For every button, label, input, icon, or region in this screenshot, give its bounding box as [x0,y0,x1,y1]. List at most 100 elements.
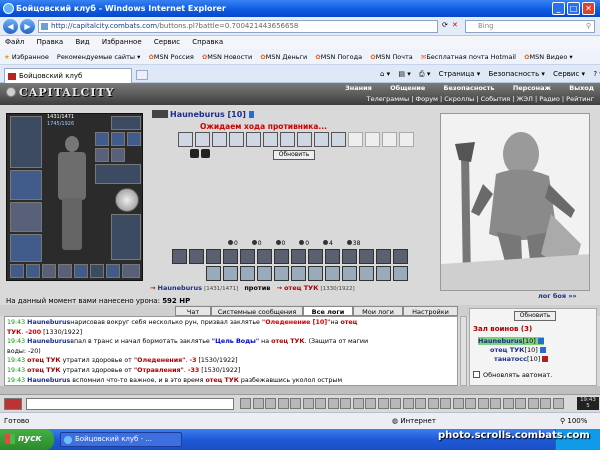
tab-system-messages[interactable]: Системные сообщения [211,306,303,316]
chat-character-name[interactable]: отец ТУК [27,357,60,364]
spell-slot[interactable] [257,249,272,264]
spell-slot[interactable] [308,249,323,264]
stop-icon[interactable]: ✕ [452,21,458,29]
chat-tool-button[interactable] [252,398,264,409]
spell-slot[interactable] [376,266,391,281]
chat-character-name[interactable]: Hauneburus [27,319,70,326]
chat-tool-button[interactable] [415,398,426,409]
search-input[interactable]: Bing ⚲ [465,20,595,33]
tab-my-logs[interactable]: Мои логи [353,306,403,316]
nav-exit[interactable]: Выход [569,84,594,92]
spell-slot[interactable] [325,249,340,264]
chat-tool-button[interactable] [527,398,539,409]
chat-input[interactable] [26,398,234,410]
chat-tool-button[interactable] [452,398,464,409]
effect-icon[interactable] [314,132,329,147]
fav-item-hotmail[interactable]: ✉Бесплатная почта Hotmail [421,49,516,64]
menu-favorites[interactable]: Избранное [102,38,142,46]
chat-character-name[interactable]: отец [340,319,357,326]
enemy-portrait[interactable] [440,113,590,291]
chat-tool-button[interactable] [540,398,551,409]
chat-tool-button[interactable] [390,398,401,409]
effect-icon[interactable] [246,132,261,147]
warrior-row[interactable]: Hauneburus[10] [478,337,544,345]
spell-slot[interactable] [206,266,221,281]
game-nav-bottom[interactable]: Телеграммы | Форум | Скроллы | События |… [367,95,594,103]
tab-chat[interactable]: Чат [175,306,211,316]
info-icon[interactable] [537,338,544,344]
spell-slot[interactable] [274,266,289,281]
earring-slot[interactable] [111,148,125,162]
scroll-slot-icon[interactable] [365,132,380,147]
armor-slot[interactable] [10,170,42,200]
chat-scrollbar[interactable] [460,316,467,386]
scroll-slot-icon[interactable] [382,132,397,147]
spell-slot[interactable] [240,249,255,264]
gloves-slot[interactable] [10,202,42,232]
search-icon[interactable]: ⚲ [586,21,591,32]
warrior-row[interactable]: отец ТУК[10] [490,346,546,354]
nav-knowledge[interactable]: Знания [345,84,372,92]
chat-tool-button[interactable] [440,398,451,409]
character-doll[interactable] [53,136,91,250]
tab-settings[interactable]: Настройки [403,306,458,316]
tab-all-logs[interactable]: Все логи [303,306,353,316]
helmet-slot[interactable] [111,116,141,130]
vs-enemy-name[interactable]: отец ТУК [284,284,318,292]
home-icon[interactable]: ⌂ ▾ [380,70,390,78]
ring-slot-2[interactable] [111,132,125,146]
address-bar[interactable]: http://capitalcity.combats.com/buttons.p… [38,20,438,33]
spell-slot[interactable] [206,249,221,264]
menu-view[interactable]: Вид [75,38,89,46]
minimize-button[interactable]: _ [552,2,565,15]
spell-slot[interactable] [291,266,306,281]
chat-character-name[interactable]: отец ТУК [271,338,304,345]
chat-tool-button[interactable] [427,398,439,409]
belt-item-4[interactable] [58,264,72,278]
ring-slot-1[interactable] [95,132,109,146]
spell-slot[interactable] [393,249,408,264]
fav-item-msn-news[interactable]: ✿MSN Новости [202,49,252,64]
menu-file[interactable]: Файл [5,38,24,46]
chat-tool-button[interactable] [552,398,564,409]
spell-slot[interactable] [257,266,272,281]
chat-tool-button[interactable] [265,398,276,409]
fav-item-msn-money[interactable]: ✿MSN Деньги [260,49,307,64]
spell-slot[interactable] [376,249,391,264]
nav-communication[interactable]: Общение [390,84,425,92]
battle-log-link[interactable]: лог боя »» [538,292,577,300]
warriors-refresh-button[interactable]: Обновить [514,311,556,321]
fav-item-msn-video[interactable]: ✿MSN Видео ▾ [524,49,573,64]
belt-item-1[interactable] [10,264,24,278]
belt-slot[interactable] [10,234,42,262]
effect-icon[interactable] [263,132,278,147]
print-icon[interactable]: ⎙ ▾ [419,70,430,78]
belt-item-5[interactable] [74,264,88,278]
safety-menu[interactable]: Безопасность ▾ [488,70,544,78]
forward-button[interactable]: ▶ [20,19,35,34]
zoom-control[interactable]: ⚲ 100% [560,413,587,430]
fav-item-recommended[interactable]: Рекомендуемые сайты ▾ [57,49,140,64]
effect-icon[interactable] [195,132,210,147]
effect-icon[interactable] [178,132,193,147]
chat-character-name[interactable]: ТУК [7,329,21,336]
chat-tool-button[interactable] [327,398,339,409]
chat-character-name[interactable]: "Отравления" [134,367,184,374]
ring-slot-3[interactable] [127,132,141,146]
channel-icon[interactable] [4,398,22,410]
effect-icon[interactable] [280,132,295,147]
scroll-slot-icon[interactable] [348,132,363,147]
chat-tool-button[interactable] [465,398,476,409]
chat-tool-button[interactable] [502,398,514,409]
amulet-slot[interactable] [95,148,109,162]
effect-icon[interactable] [212,132,227,147]
spell-slot[interactable] [240,266,255,281]
chat-tool-button[interactable] [240,398,251,409]
chat-character-name[interactable]: "Оледенения" [134,357,186,364]
chat-tool-button[interactable] [315,398,326,409]
menu-help[interactable]: Справка [192,38,223,46]
weapon-slot[interactable] [10,116,42,168]
chat-tool-button[interactable] [277,398,289,409]
belt-item-8[interactable] [122,264,140,278]
info-icon[interactable] [542,356,549,362]
